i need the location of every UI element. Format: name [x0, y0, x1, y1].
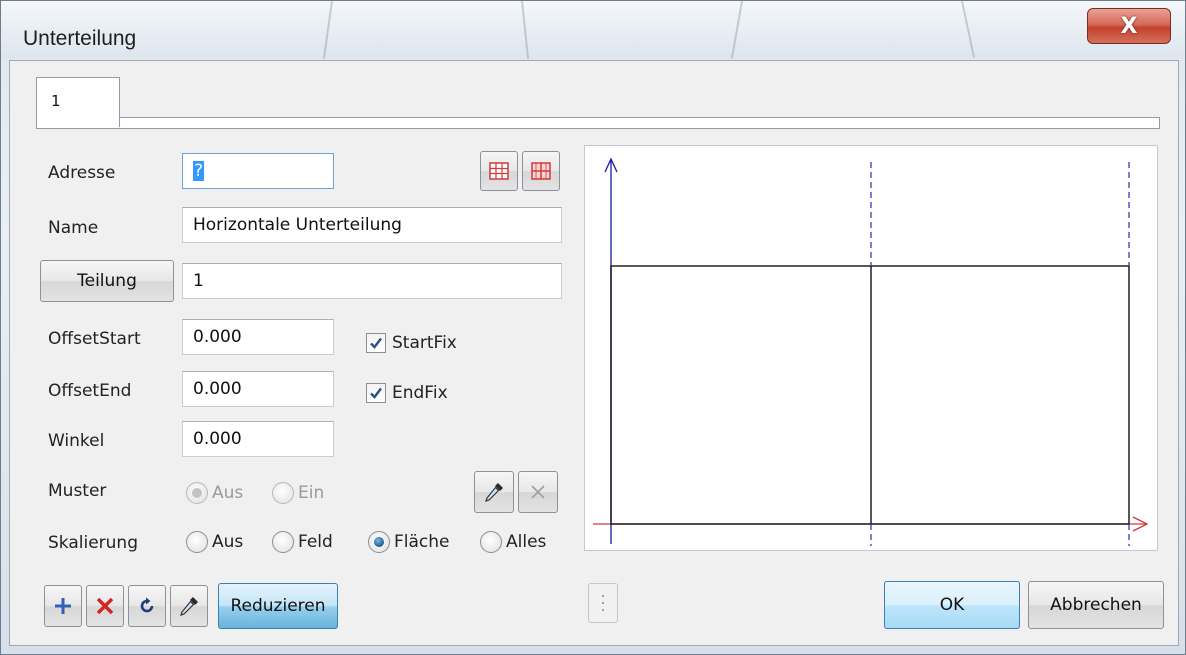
name-value: Horizontale Unterteilung: [193, 215, 402, 235]
endfix-label: EndFix: [392, 383, 448, 403]
skalierung-aus-label: Aus: [212, 532, 244, 552]
skalierung-alles-radio[interactable]: [480, 531, 502, 553]
eyedropper-button[interactable]: [474, 471, 514, 513]
skalierung-label: Skalierung: [48, 533, 138, 553]
eyedropper-icon: [180, 597, 198, 616]
offset-start-value: 0.000: [193, 327, 242, 347]
reduzieren-label: Reduzieren: [230, 596, 326, 616]
reduzieren-button[interactable]: Reduzieren: [218, 583, 338, 629]
name-label: Name: [48, 218, 99, 238]
muster-aus-radio[interactable]: [186, 482, 208, 504]
adresse-input[interactable]: ?: [182, 153, 334, 189]
grid-split-button[interactable]: [522, 151, 560, 191]
preview-drawing: [593, 157, 1149, 546]
offset-end-value: 0.000: [193, 379, 242, 399]
vertical-grip-icon: [602, 595, 604, 611]
skalierung-aus-radio[interactable]: [186, 531, 208, 553]
grid-icon: [489, 162, 509, 180]
tab-page: [36, 117, 1160, 129]
tab-strip: 1: [36, 77, 1170, 129]
close-icon: [531, 485, 545, 499]
tab-label: 1: [51, 92, 61, 110]
cancel-label: Abbrechen: [1050, 595, 1142, 615]
clear-button[interactable]: [518, 471, 558, 513]
close-icon: X: [1120, 13, 1138, 39]
skalierung-feld-label: Feld: [298, 532, 333, 552]
ok-button[interactable]: OK: [884, 581, 1020, 629]
offset-end-label: OffsetEnd: [48, 381, 132, 401]
window-title: Unterteilung: [23, 27, 137, 50]
title-bar[interactable]: Unterteilung X: [1, 1, 1185, 59]
startfix-checkbox[interactable]: [366, 333, 386, 353]
muster-ein-radio[interactable]: [272, 482, 294, 504]
ok-label: OK: [939, 595, 965, 615]
offset-start-input[interactable]: 0.000: [182, 319, 334, 355]
plus-icon: [55, 598, 71, 614]
winkel-input[interactable]: 0.000: [182, 421, 334, 457]
adresse-value: ?: [193, 161, 205, 181]
refresh-icon: [140, 597, 154, 613]
add-button[interactable]: [44, 585, 82, 627]
reset-button[interactable]: [128, 585, 166, 627]
delete-icon: [96, 597, 114, 615]
panel-outline: [610, 265, 1130, 525]
grid-button[interactable]: [480, 151, 518, 191]
teilung-button[interactable]: Teilung: [40, 260, 174, 302]
skalierung-flaeche-label: Fläche: [394, 532, 450, 552]
winkel-value: 0.000: [193, 429, 242, 449]
skalierung-flaeche-radio[interactable]: [368, 531, 390, 553]
tab-1[interactable]: 1: [36, 77, 120, 127]
splitter-grip[interactable]: [588, 583, 618, 623]
cancel-button[interactable]: Abbrechen: [1028, 581, 1164, 629]
skalierung-alles-label: Alles: [506, 532, 547, 552]
skalierung-feld-radio[interactable]: [272, 531, 294, 553]
dialog-window: Unterteilung X 1 Adresse ? Name Horizont…: [0, 0, 1186, 655]
offset-start-label: OffsetStart: [48, 329, 141, 349]
name-input[interactable]: Horizontale Unterteilung: [182, 207, 562, 243]
teilung-value: 1: [193, 271, 204, 291]
teilung-input[interactable]: 1: [182, 263, 562, 299]
muster-label: Muster: [48, 481, 107, 501]
adresse-label: Adresse: [48, 163, 116, 183]
checkmark-icon: [370, 337, 382, 349]
pick-button[interactable]: [170, 585, 208, 627]
teilung-button-label: Teilung: [77, 271, 137, 291]
offset-end-input[interactable]: 0.000: [182, 371, 334, 407]
winkel-label: Winkel: [48, 431, 105, 451]
eyedropper-icon: [485, 483, 503, 502]
checkmark-icon: [370, 387, 382, 399]
close-button[interactable]: X: [1087, 8, 1171, 44]
delete-button[interactable]: [86, 585, 124, 627]
dialog-client: 1 Adresse ? Name Horizontale Unterteilun…: [9, 60, 1179, 646]
preview-canvas: [584, 145, 1158, 551]
muster-aus-label: Aus: [212, 483, 244, 503]
grid-split-icon: [531, 162, 551, 180]
startfix-label: StartFix: [392, 333, 457, 353]
muster-ein-label: Ein: [298, 483, 325, 503]
endfix-checkbox[interactable]: [366, 383, 386, 403]
